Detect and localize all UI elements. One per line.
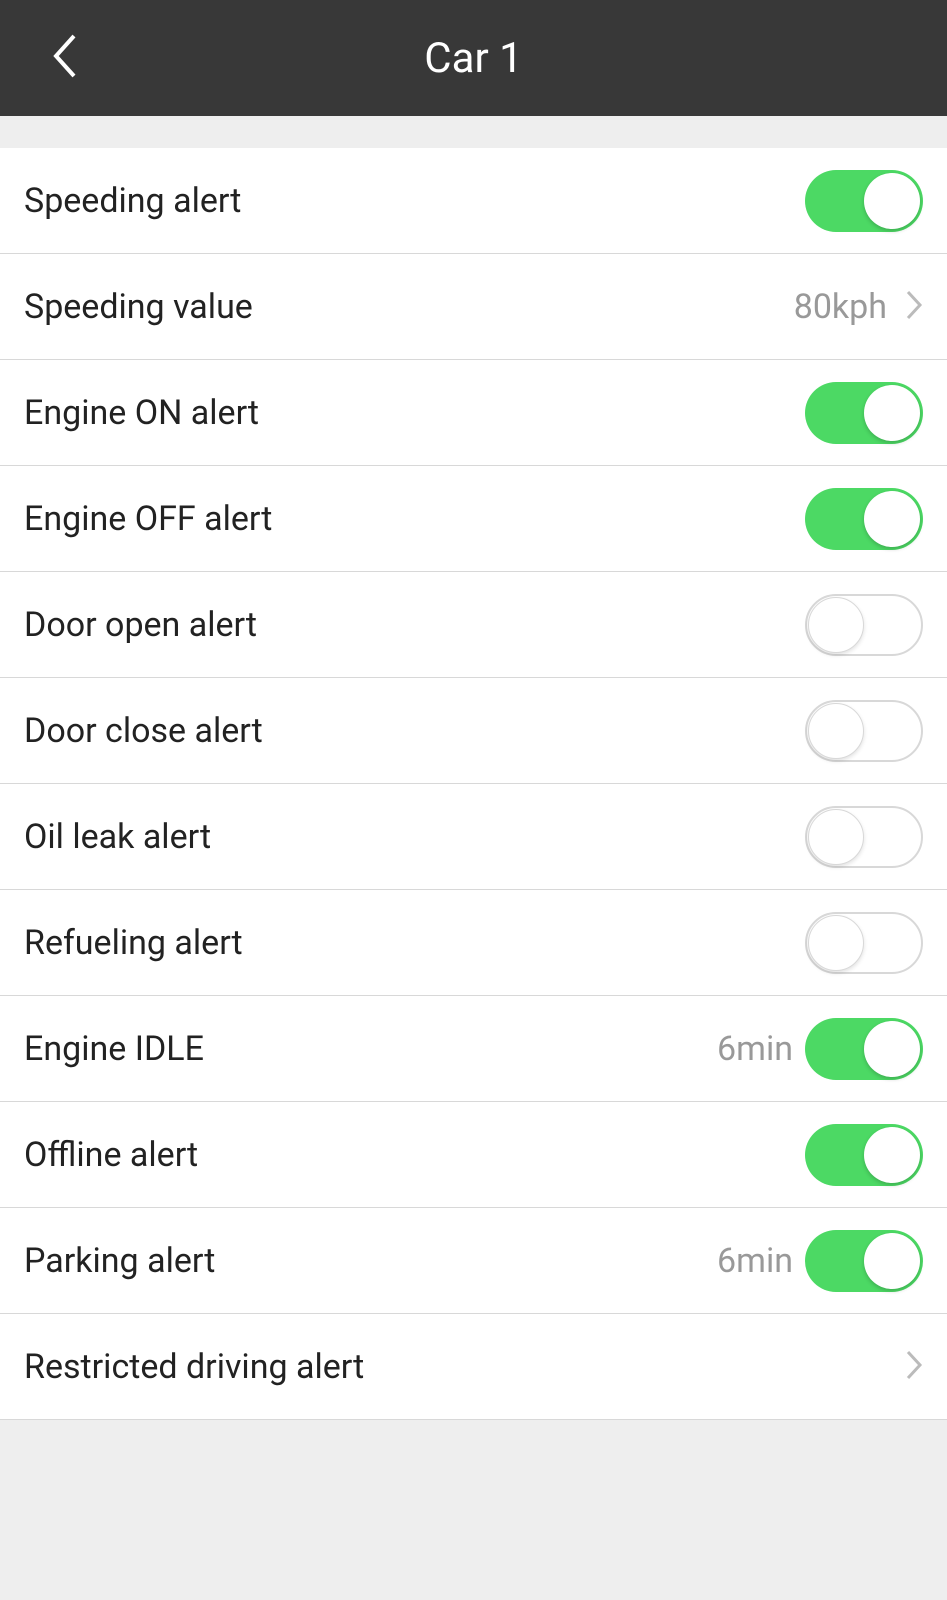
list-item-value: 80kph — [794, 287, 887, 327]
list-item-label: Door open alert — [24, 605, 805, 645]
list-item-label: Engine OFF alert — [24, 499, 805, 539]
settings-list: Speeding alert Speeding value 80kph Engi… — [0, 148, 947, 1420]
refueling-alert-row: Refueling alert — [0, 890, 947, 996]
list-item-label: Refueling alert — [24, 923, 805, 963]
door-open-alert-toggle[interactable] — [805, 594, 923, 656]
toggle-knob — [808, 809, 864, 865]
list-item-label: Parking alert — [24, 1241, 717, 1281]
parking-alert-row: Parking alert 6min — [0, 1208, 947, 1314]
toggle-knob — [808, 915, 864, 971]
door-close-alert-toggle[interactable] — [805, 700, 923, 762]
speeding-value-row[interactable]: Speeding value 80kph — [0, 254, 947, 360]
list-item-label: Door close alert — [24, 711, 805, 751]
list-item-label: Engine IDLE — [24, 1029, 717, 1069]
offline-alert-toggle[interactable] — [805, 1124, 923, 1186]
speeding-alert-toggle[interactable] — [805, 170, 923, 232]
list-item-value: 6min — [717, 1241, 793, 1281]
section-spacer — [0, 116, 947, 148]
engine-on-alert-row: Engine ON alert — [0, 360, 947, 466]
page-title: Car 1 — [0, 34, 947, 83]
offline-alert-row: Offline alert — [0, 1102, 947, 1208]
door-open-alert-row: Door open alert — [0, 572, 947, 678]
refueling-alert-toggle[interactable] — [805, 912, 923, 974]
list-item-label: Oil leak alert — [24, 817, 805, 857]
chevron-right-icon — [905, 289, 923, 325]
list-item-label: Engine ON alert — [24, 393, 805, 433]
list-item-label: Speeding alert — [24, 181, 805, 221]
chevron-right-icon — [905, 1349, 923, 1385]
toggle-knob — [864, 385, 920, 441]
list-item-label: Restricted driving alert — [24, 1347, 899, 1387]
list-item-label: Speeding value — [24, 287, 794, 327]
toggle-knob — [864, 1233, 920, 1289]
engine-idle-row: Engine IDLE 6min — [0, 996, 947, 1102]
back-button[interactable] — [50, 32, 78, 84]
restricted-driving-alert-row[interactable]: Restricted driving alert — [0, 1314, 947, 1420]
oil-leak-alert-toggle[interactable] — [805, 806, 923, 868]
speeding-alert-row: Speeding alert — [0, 148, 947, 254]
app-header: Car 1 — [0, 0, 947, 116]
engine-off-alert-row: Engine OFF alert — [0, 466, 947, 572]
toggle-knob — [808, 703, 864, 759]
engine-off-alert-toggle[interactable] — [805, 488, 923, 550]
door-close-alert-row: Door close alert — [0, 678, 947, 784]
toggle-knob — [808, 597, 864, 653]
oil-leak-alert-row: Oil leak alert — [0, 784, 947, 890]
list-item-label: Offline alert — [24, 1135, 805, 1175]
toggle-knob — [864, 1127, 920, 1183]
list-item-value: 6min — [717, 1029, 793, 1069]
engine-on-alert-toggle[interactable] — [805, 382, 923, 444]
chevron-left-icon — [50, 32, 78, 80]
toggle-knob — [864, 1021, 920, 1077]
engine-idle-toggle[interactable] — [805, 1018, 923, 1080]
toggle-knob — [864, 173, 920, 229]
parking-alert-toggle[interactable] — [805, 1230, 923, 1292]
toggle-knob — [864, 491, 920, 547]
